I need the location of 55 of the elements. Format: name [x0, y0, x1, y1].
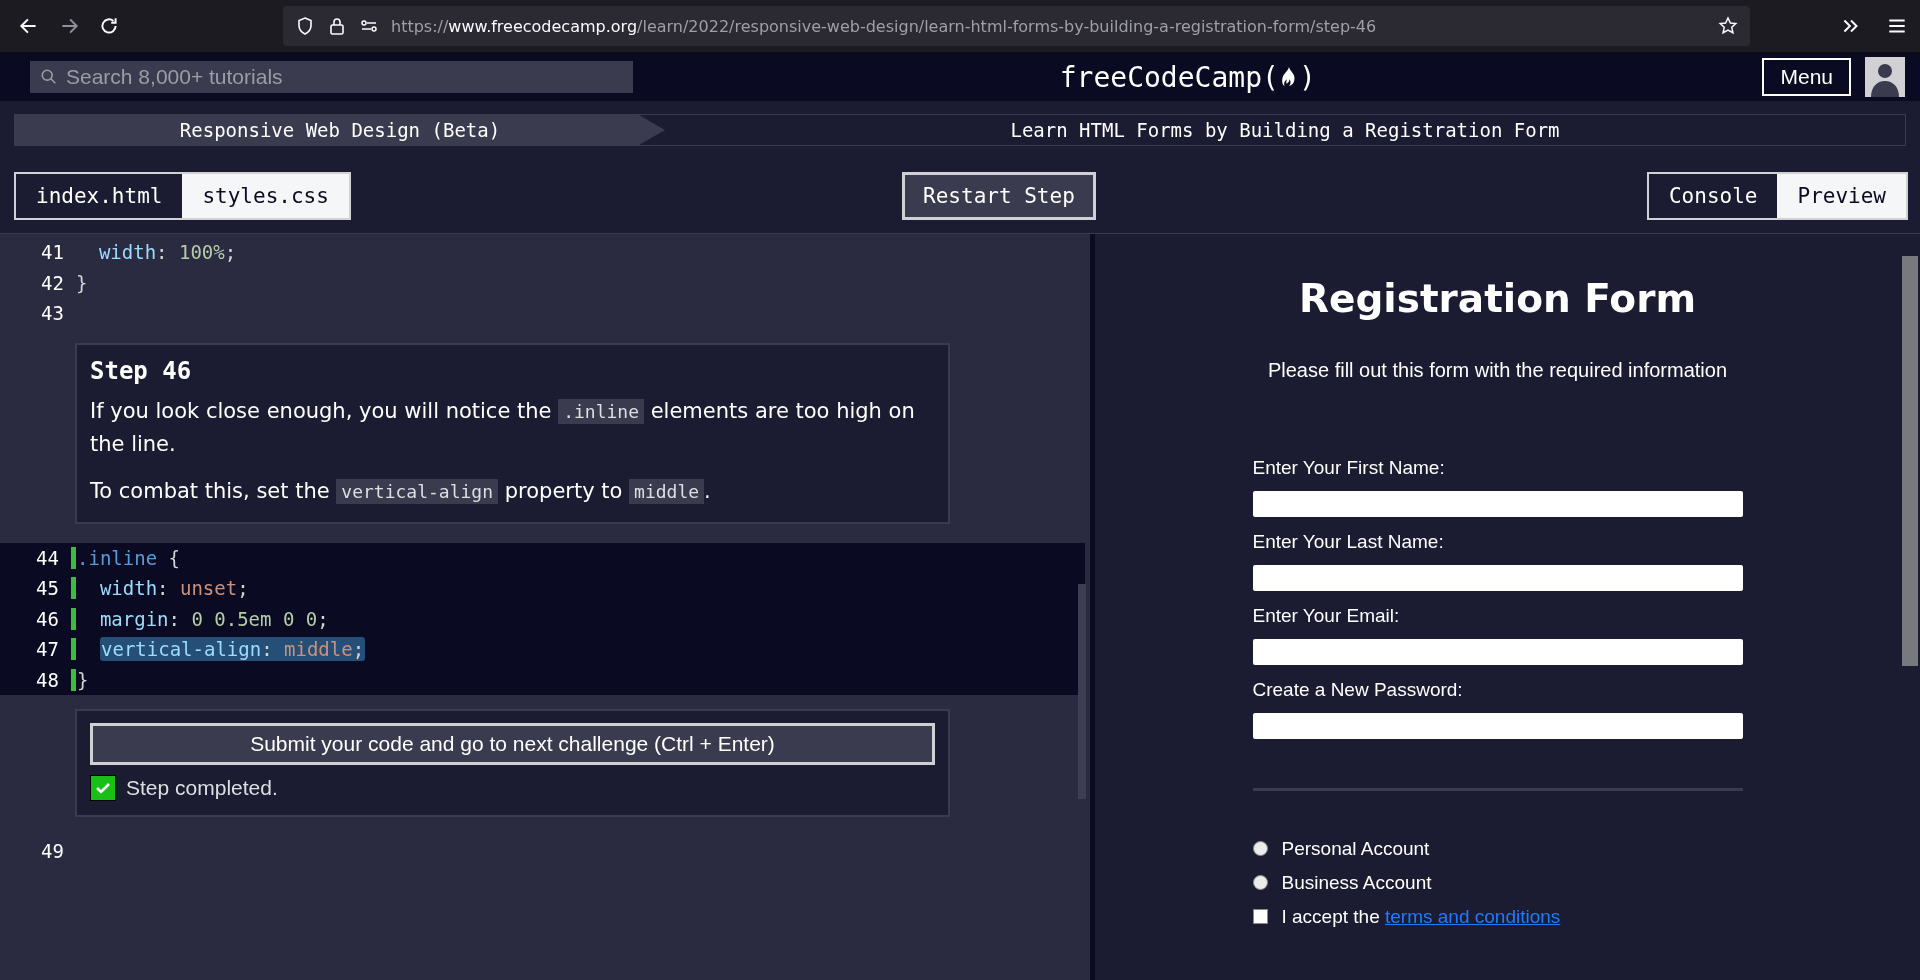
- code-line: width: unset;: [98, 577, 249, 600]
- search-field[interactable]: Search 8,000+ tutorials: [30, 61, 633, 93]
- star-icon[interactable]: [1718, 16, 1738, 36]
- search-icon: [40, 68, 58, 86]
- view-tab[interactable]: Preview: [1777, 173, 1906, 218]
- input-field[interactable]: [1252, 713, 1743, 739]
- instruction-text: If you look close enough, you will notice the .inline elements are too high on the line.: [90, 397, 916, 458]
- radio-label: Business Account: [1281, 871, 1432, 894]
- form-title: Registration Form: [1298, 276, 1696, 321]
- field-label: Enter Your First Name:: [1252, 457, 1446, 480]
- line-number: 41: [40, 241, 65, 264]
- code-line: margin: 0 0.5em 0 0;: [98, 607, 329, 630]
- code-line: }: [76, 271, 88, 294]
- checkbox-label: I accept the terms and conditions: [1281, 905, 1561, 928]
- restart-step-button[interactable]: Restart Step: [902, 171, 1096, 220]
- url-text: https://www.freecodecamp.org/learn/2022/responsive-web-design/learn-html-forms-by-building-a-registration-form/step-46: [391, 16, 1378, 36]
- line-number: 46: [0, 607, 76, 630]
- submit-button[interactable]: Submit your code and go to next challenge (Ctrl + Enter): [90, 723, 935, 765]
- line-number: 43: [40, 302, 65, 325]
- avatar-icon[interactable]: [1865, 57, 1905, 97]
- line-number: 47: [0, 638, 76, 661]
- radio-button[interactable]: [1252, 841, 1268, 856]
- radio-button[interactable]: [1252, 875, 1268, 890]
- radio-label: Personal Account: [1281, 837, 1430, 860]
- field-label: Enter Your Last Name:: [1252, 531, 1445, 554]
- field-label: Create a New Password:: [1252, 679, 1464, 702]
- line-number: 49: [40, 840, 65, 863]
- line-number: 42: [40, 271, 65, 294]
- code-line: }: [76, 668, 89, 691]
- input-field[interactable]: [1252, 491, 1743, 517]
- breadcrumb-link[interactable]: Learn HTML Forms by Building a Registration Form: [665, 115, 1905, 145]
- line-number: 44: [0, 546, 76, 569]
- line-number: 45: [0, 577, 76, 600]
- logo-text: ): [1298, 60, 1316, 94]
- file-tab[interactable]: styles.css: [182, 173, 349, 218]
- status-text: Step completed.: [126, 776, 278, 800]
- breadcrumb-link[interactable]: Responsive Web Design (Beta): [15, 115, 665, 145]
- code-line: .inline {: [76, 546, 180, 569]
- input-field[interactable]: [1252, 639, 1743, 665]
- step-title: Step 46: [90, 356, 193, 385]
- instruction-text: To combat this, set the vertical-align property to middle .: [90, 477, 712, 506]
- input-field[interactable]: [1252, 565, 1743, 591]
- menu-button[interactable]: Menu: [1762, 58, 1851, 96]
- scrollbar[interactable]: [1078, 584, 1086, 799]
- form-subtitle: Please fill out this form with the required information: [1267, 359, 1728, 382]
- lock-icon[interactable]: [327, 16, 347, 36]
- reload-icon[interactable]: [98, 15, 120, 37]
- checkbox[interactable]: [1252, 909, 1268, 924]
- field-label: Enter Your Email:: [1252, 605, 1401, 628]
- logo-text: freeCodeCamp(: [1059, 60, 1279, 94]
- code-line: width: 100%;: [97, 241, 237, 264]
- line-number: 48: [0, 668, 76, 691]
- shield-icon[interactable]: [295, 16, 315, 36]
- address-bar[interactable]: https://www.freecodecamp.org/learn/2022/responsive-web-design/learn-html-forms-by-building-a-registration-form/step-46: [283, 6, 1750, 46]
- terms-link[interactable]: terms and conditions: [1385, 905, 1561, 927]
